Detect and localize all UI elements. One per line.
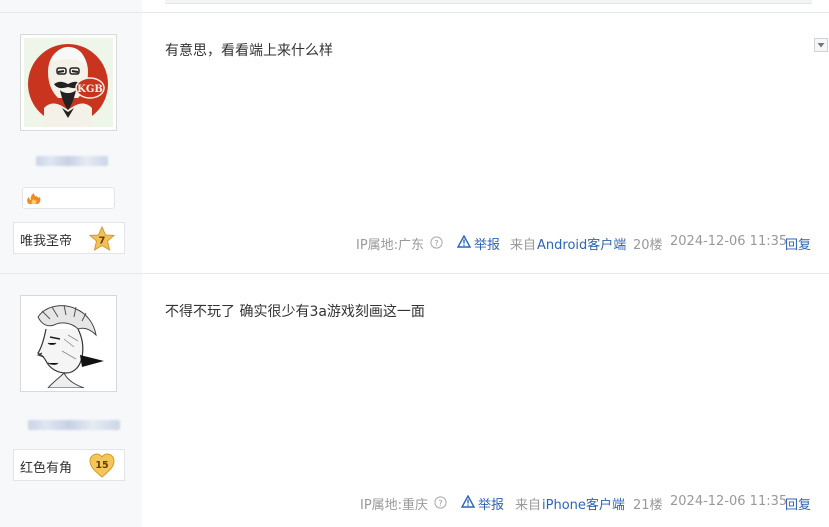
- level-number: 15: [95, 460, 108, 471]
- question-circle-icon[interactable]: ?: [430, 236, 443, 249]
- svg-text:?: ?: [438, 499, 442, 508]
- report-link[interactable]: 举报: [474, 234, 500, 253]
- svg-text:?: ?: [434, 239, 438, 248]
- question-circle-icon[interactable]: ?: [434, 496, 447, 509]
- previous-post-edge: [165, 0, 812, 4]
- floor-number: 20楼: [633, 238, 663, 253]
- member-level-box[interactable]: 红色有角 15: [13, 449, 125, 481]
- reply-link[interactable]: 回复: [785, 494, 811, 513]
- post-time: 2024-12-06 11:35: [670, 494, 788, 509]
- ip-location: IP属地:重庆: [360, 498, 429, 513]
- post-meta-bar: IP属地:广东 ? 举报 来自 Android客户端 20楼 2024-12-0…: [0, 234, 813, 253]
- username[interactable]: [28, 420, 120, 430]
- reply-link[interactable]: 回复: [785, 234, 811, 253]
- floor-number: 21楼: [633, 498, 663, 513]
- flame-icon: [27, 193, 41, 204]
- client-link[interactable]: Android客户端: [537, 234, 626, 253]
- source-prefix: 来自: [510, 238, 537, 253]
- post-divider: [0, 12, 829, 13]
- post-content: 不得不玩了 确实很少有3a游戏刻画这一面: [165, 304, 425, 320]
- post-content: 有意思，看看端上来什么样: [165, 43, 333, 59]
- source-prefix: 来自: [515, 498, 542, 513]
- honor-title: 红色有角: [20, 461, 73, 476]
- honor-pill[interactable]: [22, 187, 115, 209]
- kgb-avatar-image: KGB: [24, 38, 113, 127]
- sketch-avatar-image: [24, 299, 113, 388]
- warning-triangle-icon: [461, 495, 475, 508]
- level-heart-badge-icon: 15: [89, 453, 115, 478]
- avatar[interactable]: KGB: [20, 34, 117, 131]
- warning-triangle-icon: [457, 235, 471, 248]
- client-link[interactable]: iPhone客户端: [542, 494, 625, 513]
- triangle-down-icon: [817, 43, 825, 48]
- ip-location: IP属地:广东: [356, 238, 425, 253]
- avatar[interactable]: [20, 295, 117, 392]
- collapse-button[interactable]: [814, 38, 828, 52]
- report-link[interactable]: 举报: [478, 494, 504, 513]
- post-divider: [0, 273, 829, 274]
- post-time: 2024-12-06 11:35: [670, 234, 788, 249]
- avatar-logo-text: KGB: [77, 84, 103, 95]
- username[interactable]: [36, 156, 108, 166]
- post-meta-bar: IP属地:重庆 ? 举报 来自 iPhone客户端 21楼 2024-12-06…: [0, 494, 813, 513]
